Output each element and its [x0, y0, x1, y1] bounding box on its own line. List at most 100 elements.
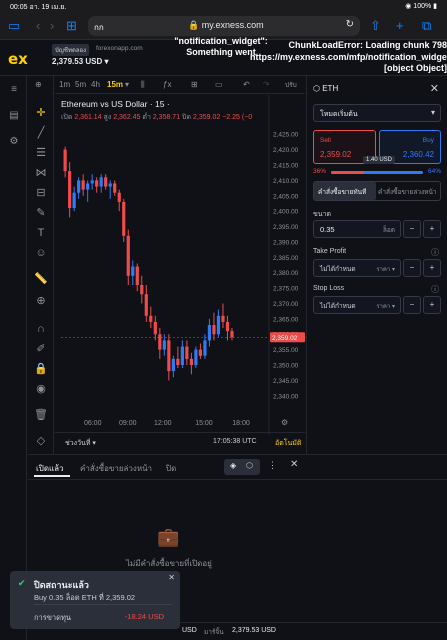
trendline-icon[interactable]: ╱ [34, 126, 48, 140]
toast-detail: Buy 0.35 ล็อต ETH ที่ 2,359.02 [34, 593, 136, 602]
magnet-icon[interactable]: ∩ [34, 322, 48, 336]
sl-minus-button[interactable]: − [403, 296, 421, 314]
candle-body [180, 346, 184, 365]
chart-canvas[interactable]: 2,425.00 2,420.00 2,415.00 2,410.00 2,405.00… [55, 95, 305, 435]
tp-minus-button[interactable]: − [403, 259, 421, 277]
account-balance[interactable]: 2,379.53 USD ▾ [52, 57, 109, 66]
price-chart[interactable]: 2,425.00 2,420.00 2,415.00 2,410.00 2,405.00… [55, 95, 305, 435]
more-icon[interactable]: ⋮ [268, 460, 277, 471]
y-tick-label: 2,425.00 [273, 132, 299, 139]
info-icon[interactable]: ⓘ [431, 284, 439, 295]
publish-button[interactable]: ปรับ [285, 80, 297, 90]
redo-icon[interactable]: ↷ [263, 80, 270, 89]
y-tick-label: 2,415.00 [273, 163, 299, 170]
lock-icon[interactable]: 🔒 [34, 362, 48, 376]
candle-type-icon[interactable]: ⫼ [141, 80, 145, 90]
divider [28, 479, 447, 480]
volume-minus-button[interactable]: − [403, 220, 421, 238]
volume-plus-button[interactable]: + [423, 220, 441, 238]
indicators-icon[interactable]: ƒx [163, 80, 171, 89]
candle-body [126, 235, 130, 276]
y-tick-label: 2,385.00 [273, 255, 299, 262]
fib-icon[interactable]: ☰ [34, 146, 48, 160]
candle-body [122, 201, 126, 236]
drawing-toolbar: ✛ ╱ ☰ ⋈ ⊟ ✎ T ☺ 📏 ⊕ ∩ ✐ 🔒 ◉ 🗑 ◇ [28, 76, 54, 458]
layers-icon[interactable]: ◈ [230, 461, 236, 470]
trash-icon[interactable]: 🗑 [34, 408, 48, 422]
pattern-icon[interactable]: ⋈ [34, 166, 48, 180]
candle-body [212, 325, 216, 335]
eye-icon[interactable]: ◉ [34, 382, 48, 396]
sl-plus-button[interactable]: + [423, 296, 441, 314]
tabs-icon[interactable]: ⧉ [422, 18, 431, 34]
candle-body [176, 358, 180, 365]
tab-open-orders[interactable]: เปิดแล้ว [36, 462, 64, 475]
zoom-icon[interactable]: ⊕ [34, 294, 48, 308]
settings-icon[interactable]: ⚙ [7, 136, 21, 147]
add-symbol-icon[interactable]: ⊕ [35, 80, 42, 89]
candle-body [171, 358, 175, 372]
toast-divider [34, 604, 172, 605]
account-badge[interactable]: บัญชีทดลอง [52, 44, 90, 56]
tab-pending[interactable]: คำสั่งซื้อขายล่วงหน้า [378, 187, 440, 197]
chevron-down-icon[interactable]: ▾ [125, 80, 129, 89]
forward-icon[interactable]: › [50, 18, 54, 33]
layout-icon[interactable]: ⊞ [191, 80, 198, 89]
undo-icon[interactable]: ↶ [243, 80, 250, 89]
y-tick-label: 2,375.00 [273, 286, 299, 293]
tab-pending-orders[interactable]: คำสั่งซื้อขายล่วงหน้า [80, 462, 152, 475]
date-range-button[interactable]: ช่วงวันที่ ▾ [65, 438, 96, 449]
ruler-icon[interactable]: 📏 [34, 272, 48, 286]
order-mode-select[interactable]: โหมดเริ่มต้น ▾ [313, 104, 441, 122]
menu-icon[interactable]: ≡ [7, 84, 21, 95]
timeframe-15m[interactable]: 15m [107, 80, 123, 89]
text-tool-icon[interactable]: T [34, 226, 48, 240]
object-tree-icon[interactable]: ◇ [34, 434, 48, 448]
forecast-icon[interactable]: ⊟ [34, 186, 48, 200]
tp-plus-button[interactable]: + [423, 259, 441, 277]
candle-body [104, 177, 108, 187]
address-bar[interactable]: กก 🔒 my.exness.com ↻ [88, 16, 360, 36]
x-tick-label: 12:00 [154, 420, 172, 427]
y-tick-label: 2,420.00 [273, 147, 299, 154]
brush-icon[interactable]: ✎ [34, 206, 48, 220]
chart-settings-icon: ⚙ [281, 418, 288, 427]
timeframe-4h[interactable]: 4h [91, 80, 100, 89]
candle-body [149, 315, 153, 322]
share-icon[interactable]: ⇧ [370, 18, 381, 34]
candle-body [113, 183, 117, 193]
new-tab-icon[interactable]: + [396, 18, 404, 33]
alert-icon[interactable]: ▭ [215, 80, 223, 89]
close-orders-icon[interactable]: ✕ [290, 459, 298, 470]
stack-icon[interactable]: ⬡ [246, 461, 253, 470]
emoji-icon[interactable]: ☺ [34, 246, 48, 260]
chart-toolbar: ⊕ 1m 5m 4h 15m ▾ ⫼ ƒx ⊞ ▭ ↶ ↷ ปรับ [35, 76, 305, 94]
reload-icon[interactable]: ↻ [346, 19, 354, 30]
candle-body [68, 171, 72, 209]
view-toggle[interactable]: ◈ ⬡ [224, 459, 260, 475]
exness-logo[interactable]: ex [8, 50, 28, 68]
stop-loss-input[interactable]: ไม่ได้กำหนด ราคา ▾ [313, 296, 401, 314]
book-icon[interactable]: ⊞ [66, 18, 77, 34]
last-price-label: 2,359.02 [272, 335, 298, 342]
back-icon[interactable]: ‹ [36, 18, 40, 33]
take-profit-input[interactable]: ไม่ได้กำหนด ราคา ▾ [313, 259, 401, 277]
calendar-icon[interactable]: ▤ [7, 110, 21, 121]
volume-input[interactable]: 0.35 ล็อต [313, 220, 401, 238]
lock-drawing-icon[interactable]: ✐ [34, 342, 48, 356]
auto-scale-button[interactable]: อัตโนมัติ [275, 438, 301, 449]
footer-margin-value: 2,379.53 USD [232, 627, 276, 634]
candle-body [194, 349, 198, 365]
toast-close-icon[interactable]: ✕ [168, 573, 175, 582]
crosshair-icon[interactable]: ✛ [34, 106, 48, 120]
info-icon[interactable]: ⓘ [431, 247, 439, 258]
x-tick-label: 09:00 [119, 420, 137, 427]
timeframe-5m[interactable]: 5m [75, 80, 86, 89]
tab-market[interactable]: คำสั่งซื้อขายทันที [314, 182, 376, 200]
tab-closed-orders[interactable]: ปิด [166, 462, 176, 475]
timeframe-1m[interactable]: 1m [59, 80, 70, 89]
candle-body [63, 149, 67, 172]
text-size-button[interactable]: กก [94, 21, 104, 34]
close-icon[interactable]: ✕ [430, 82, 439, 95]
sidebar-icon[interactable]: ▭ [8, 18, 20, 34]
